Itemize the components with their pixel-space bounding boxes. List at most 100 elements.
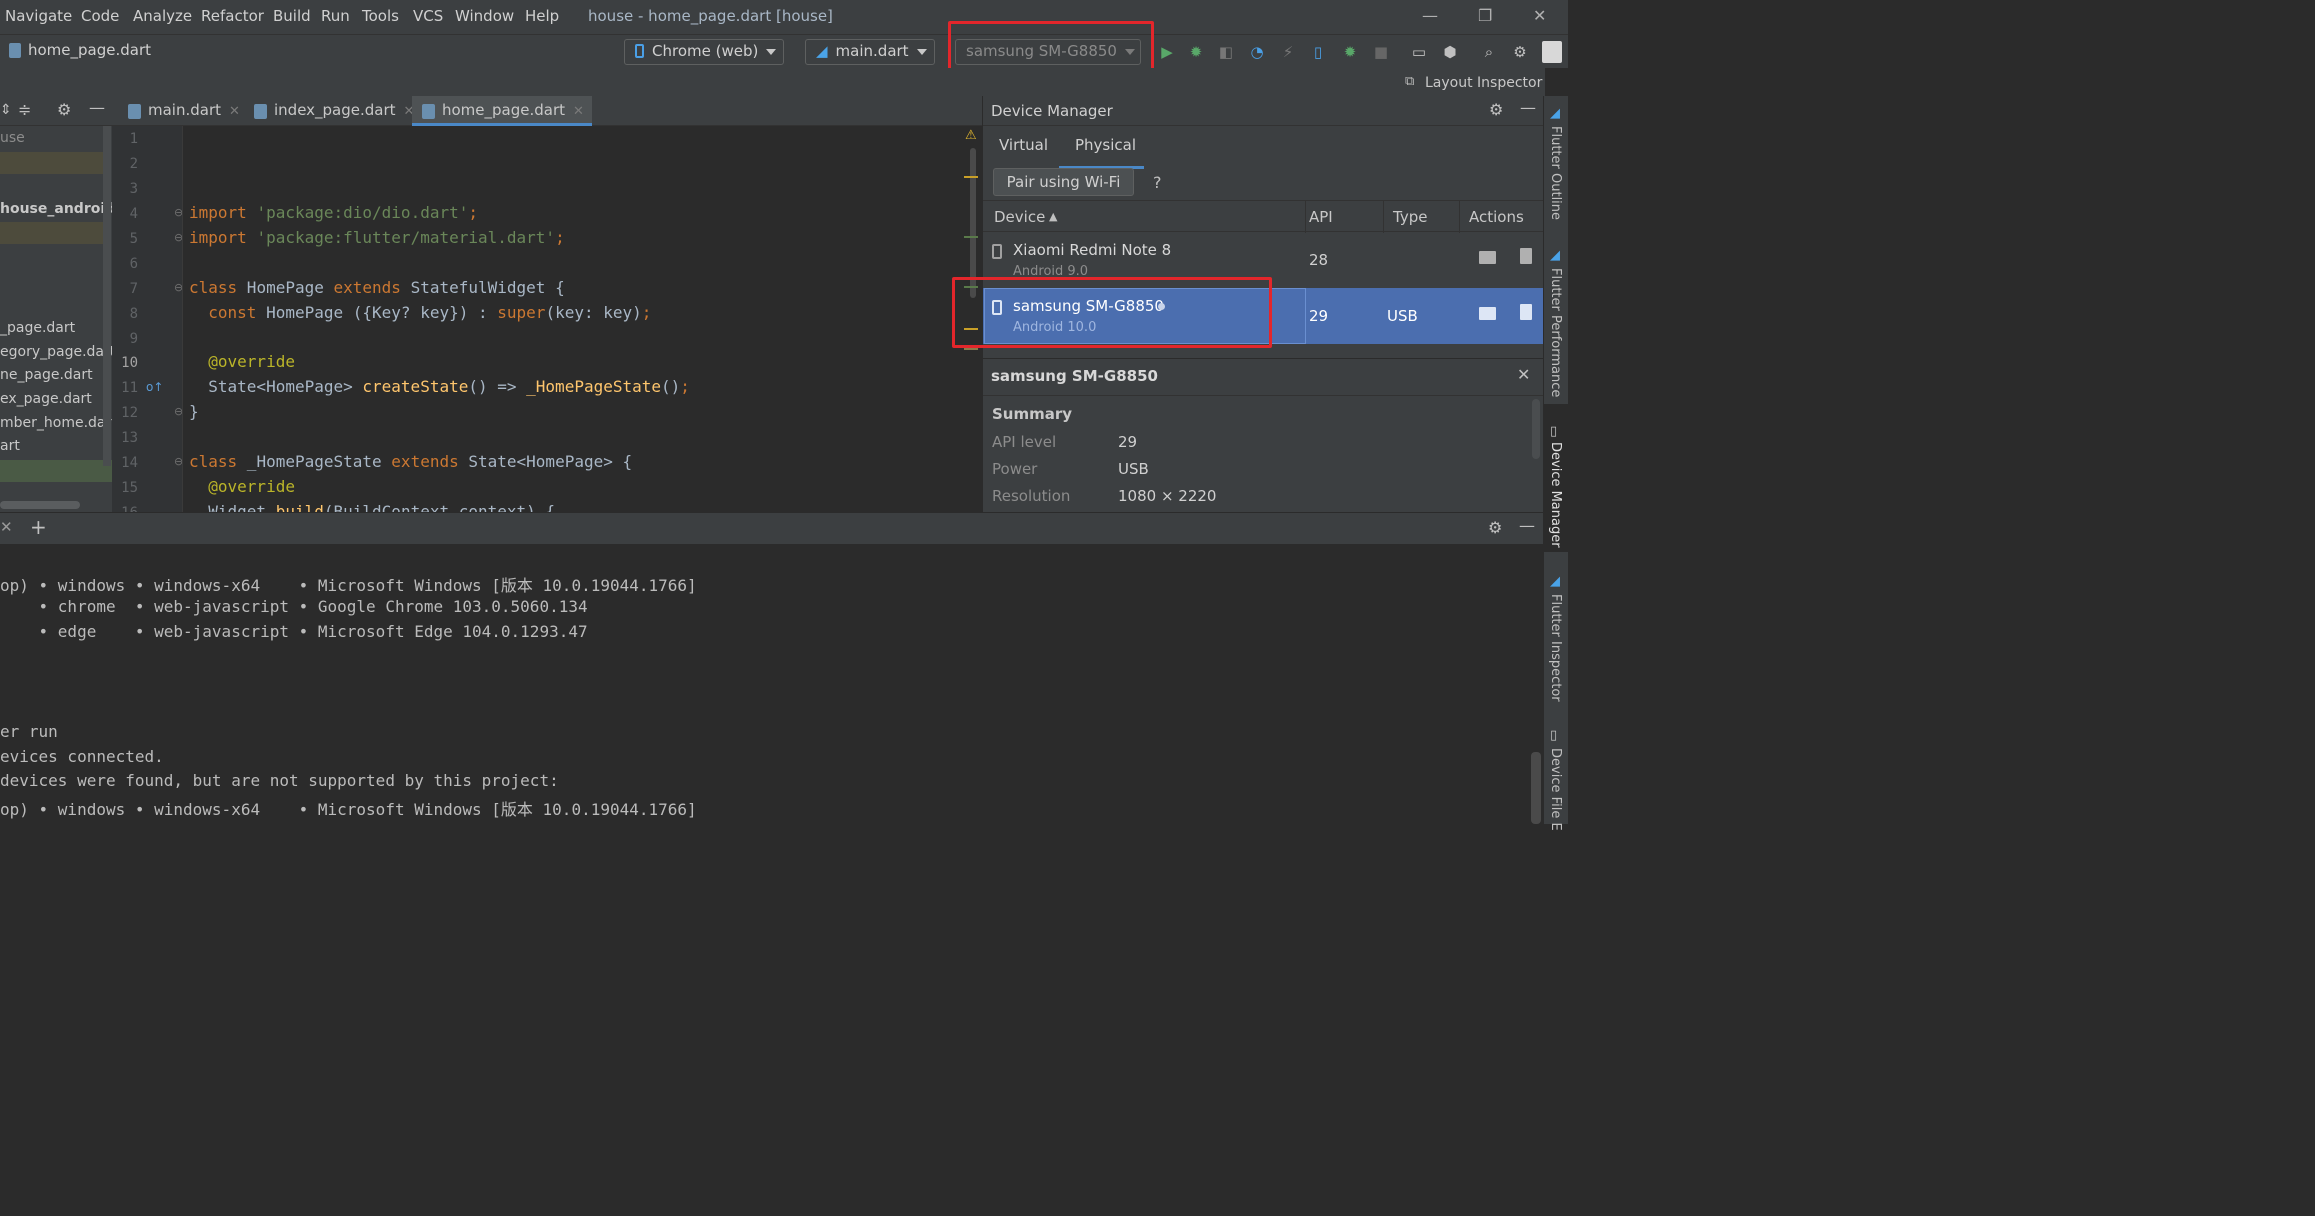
project-vscrollbar[interactable] [103,126,111,466]
code-editor[interactable]: import 'package:dio/dio.dart'; import 'p… [182,126,970,512]
project-item[interactable]: house_android] [0,201,112,217]
hide-panel-icon[interactable]: — [1520,98,1536,117]
column-separator [1383,201,1384,233]
debug-icon[interactable]: ✹ [1186,41,1206,63]
hide-panel-icon[interactable]: — [1519,516,1535,535]
column-type[interactable]: Type [1393,208,1427,226]
code-line: State<HomePage> createState() => _HomePa… [189,377,690,396]
close-tab-icon[interactable]: ✕ [229,104,240,119]
tab-physical[interactable]: Physical [1075,136,1136,154]
project-scrollbar[interactable] [0,501,80,509]
project-highlight-row [0,152,104,174]
coverage-icon[interactable]: ✹ [1340,41,1360,63]
menu-code[interactable]: Code [81,7,119,25]
override-marker-icon[interactable]: o↑ [146,380,163,394]
tool-flutter-performance[interactable]: Flutter Performance [1548,268,1563,397]
restore-icon[interactable]: ❐ [1478,6,1492,25]
menu-navigate[interactable]: Navigate [5,7,72,25]
menu-window[interactable]: Window [455,7,514,25]
detail-value: 29 [1118,433,1138,451]
web-device-dropdown[interactable]: Chrome (web) [624,39,784,65]
menu-run[interactable]: Run [321,7,350,25]
warning-marker[interactable] [964,348,978,350]
line-number: 12 [121,405,138,421]
menu-tools[interactable]: Tools [362,7,399,25]
navigation-row: ⧉ Layout Inspector [0,68,1545,96]
pair-wifi-button[interactable]: Pair using Wi-Fi [993,168,1134,196]
column-device[interactable]: Device [994,208,1045,226]
close-icon[interactable]: ✕ [1517,365,1530,384]
gear-icon[interactable]: ⚙ [1510,41,1530,63]
tab-home-page-dart[interactable]: home_page.dart ✕ [412,96,592,126]
summary-heading: Summary [992,405,1073,423]
editor-gutter: 1 2 3 4 5 6 7 8 9 10 11 12 13 14 15 16 o… [112,126,183,521]
tab-main-dart[interactable]: main.dart ✕ [118,96,248,126]
tab-virtual[interactable]: Virtual [999,136,1048,154]
change-marker[interactable] [964,236,978,238]
gear-icon[interactable]: ⚙ [1489,100,1503,119]
tool-device-file-explorer[interactable]: Device File E [1548,748,1563,831]
editor-scroll-thumb[interactable] [970,148,976,298]
sort-asc-icon[interactable]: ▲ [1049,210,1057,223]
project-item[interactable]: use [0,130,25,146]
trash-icon[interactable] [1520,304,1532,320]
column-actions[interactable]: Actions [1469,208,1524,226]
menu-help[interactable]: Help [525,7,559,25]
run-icon[interactable]: ▶ [1157,41,1177,63]
stop-icon[interactable]: ■ [1371,41,1391,63]
gear-icon[interactable]: ⚙ [1488,518,1502,537]
device-name: Xiaomi Redmi Note 8 [1013,241,1172,259]
minimize-icon[interactable]: — [1422,6,1438,25]
code-line: class _HomePageState extends State<HomeP… [189,452,633,471]
device-manager-icon[interactable]: ▭ [1409,41,1429,63]
folder-icon[interactable] [1479,307,1496,320]
sdk-manager-icon[interactable]: ⬢ [1440,41,1460,63]
project-toolbar: ⇕ ≑ ⚙ — [0,96,112,126]
tool-flutter-inspector[interactable]: Flutter Inspector [1548,594,1563,702]
run-config-dropdown[interactable]: ◢ main.dart [805,39,935,65]
menu-analyze[interactable]: Analyze [133,7,192,25]
layout-inspector-label[interactable]: Layout Inspector [1425,75,1542,91]
terminal-scrollbar[interactable] [1531,752,1541,824]
tool-device-manager[interactable]: Device Manager [1548,442,1563,548]
menu-build[interactable]: Build [273,7,311,25]
breadcrumb-file[interactable]: home_page.dart [28,41,151,59]
tool-flutter-outline[interactable]: Flutter Outline [1548,126,1563,220]
terminal-output[interactable]: op) • windows • windows-x64 • Microsoft … [0,544,1543,824]
menu-vcs[interactable]: VCS [413,7,443,25]
column-api[interactable]: API [1309,208,1333,226]
project-item[interactable]: ex_page.dart [0,391,92,407]
menu-refactor[interactable]: Refactor [201,7,264,25]
trash-icon[interactable] [1520,248,1532,264]
hot-reload-icon[interactable]: ⚡ [1278,41,1298,63]
apply-changes-icon[interactable]: ▯ [1308,41,1328,63]
avatar-icon[interactable] [1542,41,1562,63]
close-icon[interactable]: ✕ [1533,6,1546,25]
expand-icon[interactable]: ⇕ [0,102,12,118]
project-item[interactable]: egory_page.dart [0,344,112,360]
help-button[interactable]: ? [1153,173,1162,192]
project-item[interactable]: ne_page.dart [0,367,93,383]
dart-file-icon [422,104,435,119]
project-item[interactable]: mber_home.dart [0,415,112,431]
search-icon[interactable]: ⌕ [1479,41,1499,63]
attach-debugger-icon[interactable]: ◧ [1216,41,1236,63]
line-number: 11 [121,380,138,396]
folder-icon[interactable] [1479,251,1496,264]
terminal-toolbar: ✕ + ⚙ — [0,512,1543,544]
gear-icon[interactable]: ⚙ [57,100,71,119]
layout-inspector-icon[interactable]: ⧉ [1405,74,1414,89]
add-terminal-icon[interactable]: + [30,515,47,539]
warning-icon[interactable]: ⚠ [965,128,977,143]
close-tab-icon[interactable]: ✕ [573,104,584,119]
project-item[interactable]: _page.dart [0,320,75,336]
close-tab-icon[interactable]: ✕ [0,518,13,536]
warning-marker[interactable] [964,176,978,178]
project-item[interactable]: art [0,438,20,454]
profile-icon[interactable]: ◔ [1247,41,1267,63]
collapse-icon[interactable]: ≑ [18,100,31,119]
tab-index-page-dart[interactable]: index_page.dart ✕ [244,96,422,126]
hide-panel-icon[interactable]: — [89,98,105,117]
details-scrollbar[interactable] [1532,399,1540,459]
device-type: USB [1387,307,1418,325]
